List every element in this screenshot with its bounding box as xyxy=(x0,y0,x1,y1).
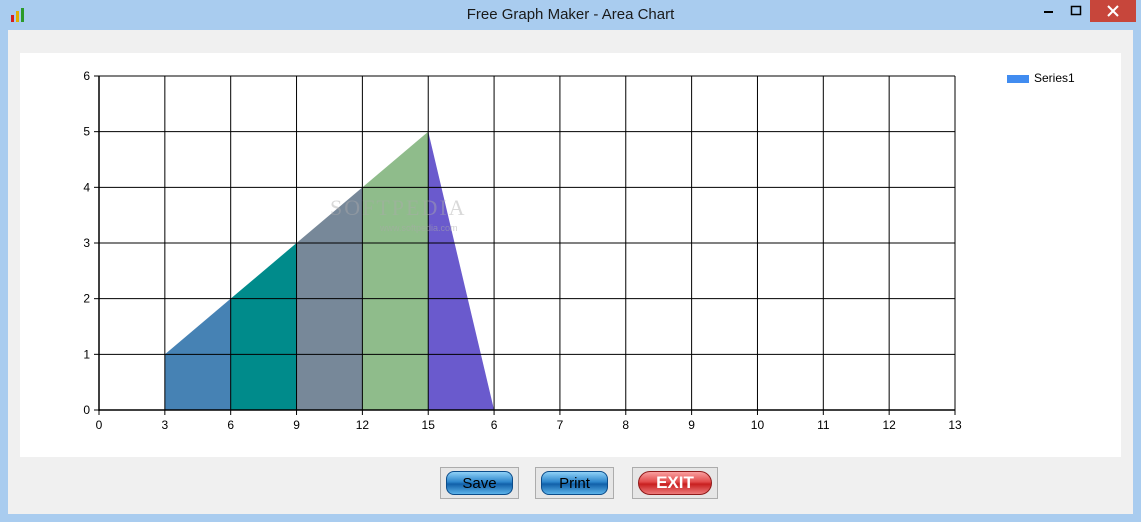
title-bar: Free Graph Maker - Area Chart xyxy=(0,0,1141,30)
area-segment xyxy=(362,131,429,410)
save-button-frame: Save xyxy=(440,467,519,499)
minimize-icon xyxy=(1044,11,1053,13)
watermark-subtext: www.softpedia.com xyxy=(380,223,458,233)
x-tick-label: 8 xyxy=(622,418,629,432)
maximize-button[interactable] xyxy=(1063,0,1089,22)
x-tick-label: 6 xyxy=(491,418,498,432)
watermark: SOFTPEDIA xyxy=(330,195,467,220)
x-tick-label: 15 xyxy=(422,418,436,432)
x-tick-label: 12 xyxy=(882,418,896,432)
x-tick-label: 9 xyxy=(688,418,695,432)
exit-button-frame: EXIT xyxy=(632,467,718,499)
print-button[interactable]: Print xyxy=(541,471,608,495)
exit-button[interactable]: EXIT xyxy=(638,471,712,495)
x-tick-label: 11 xyxy=(817,418,830,432)
x-tick-label: 7 xyxy=(557,418,564,432)
y-tick-label: 3 xyxy=(83,236,90,250)
legend-label: Series1 xyxy=(1034,71,1075,85)
window-client-area: 0 3 6 9 12 15 6 7 8 9 10 11 12 13 0 1 2 3 4 5 6 SOFTPEDIA ww… xyxy=(8,30,1133,514)
x-tick-label: 12 xyxy=(356,418,370,432)
window-title: Free Graph Maker - Area Chart xyxy=(466,6,675,23)
legend: Series1 xyxy=(1007,71,1075,85)
chart-panel: 0 3 6 9 12 15 6 7 8 9 10 11 12 13 0 1 2 3 4 5 6 SOFTPEDIA ww… xyxy=(20,53,1121,457)
x-tick-label: 6 xyxy=(227,418,234,432)
x-tick-label: 9 xyxy=(293,418,300,432)
y-tick-label: 6 xyxy=(83,69,90,83)
area-segment xyxy=(428,131,495,410)
y-tick-label: 5 xyxy=(83,125,90,139)
save-button[interactable]: Save xyxy=(446,471,513,495)
area-chart: 0 3 6 9 12 15 6 7 8 9 10 11 12 130123456 xyxy=(83,69,962,432)
legend-swatch xyxy=(1007,74,1029,83)
minimize-button[interactable] xyxy=(1035,0,1063,22)
print-button-frame: Print xyxy=(535,467,614,499)
x-tick-label: 0 xyxy=(96,418,103,432)
y-tick-label: 2 xyxy=(83,292,90,306)
y-tick-label: 4 xyxy=(83,180,90,194)
x-tick-label: 10 xyxy=(751,418,765,432)
area-segment xyxy=(230,243,297,410)
close-button[interactable] xyxy=(1090,0,1136,22)
close-icon xyxy=(1107,5,1119,17)
maximize-icon xyxy=(1070,5,1082,16)
y-tick-label: 1 xyxy=(83,347,90,361)
x-tick-label: 3 xyxy=(162,418,169,432)
x-tick-label: 13 xyxy=(948,418,962,432)
y-tick-label: 0 xyxy=(83,403,90,417)
